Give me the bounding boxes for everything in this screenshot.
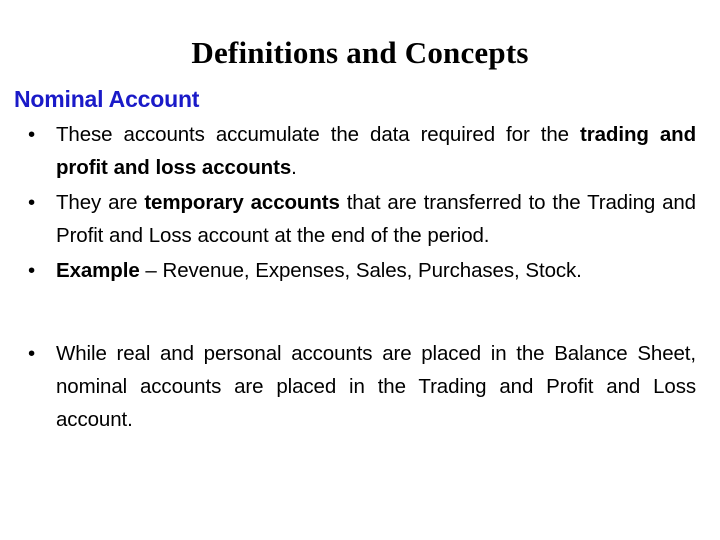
list-item: • They are temporary accounts that are t… bbox=[14, 186, 696, 252]
bullet-text-bold-lead: Example bbox=[56, 259, 140, 282]
slide-canvas: Definitions and Concepts Nominal Account… bbox=[0, 0, 720, 540]
bullet-marker-icon: • bbox=[28, 259, 36, 282]
list-item: • These accounts accumulate the data req… bbox=[14, 118, 696, 184]
bullet-text-plain-end: . bbox=[291, 156, 297, 179]
bullet-marker-icon: • bbox=[28, 123, 36, 146]
section-heading-nominal-account: Nominal Account bbox=[14, 86, 200, 112]
bullet-text-bold-mid: temporary accounts bbox=[144, 191, 340, 214]
bullet-marker-icon: • bbox=[28, 342, 36, 365]
bullet-text-plain-only: While real and personal accounts are pla… bbox=[56, 342, 696, 431]
bullet-text-plain-lead: These accounts accumulate the data requi… bbox=[56, 123, 581, 146]
list-item: • Example – Revenue, Expenses, Sales, Pu… bbox=[14, 254, 696, 287]
list-item: • While real and personal accounts are p… bbox=[14, 337, 696, 436]
bullet-marker-icon: • bbox=[28, 191, 36, 214]
page-title: Definitions and Concepts bbox=[191, 35, 529, 70]
bullet-list: • These accounts accumulate the data req… bbox=[14, 118, 696, 438]
bullet-text-plain-lead: They are bbox=[56, 191, 145, 214]
bullet-text-plain-tail: – Revenue, Expenses, Sales, Purchases, S… bbox=[139, 259, 582, 282]
